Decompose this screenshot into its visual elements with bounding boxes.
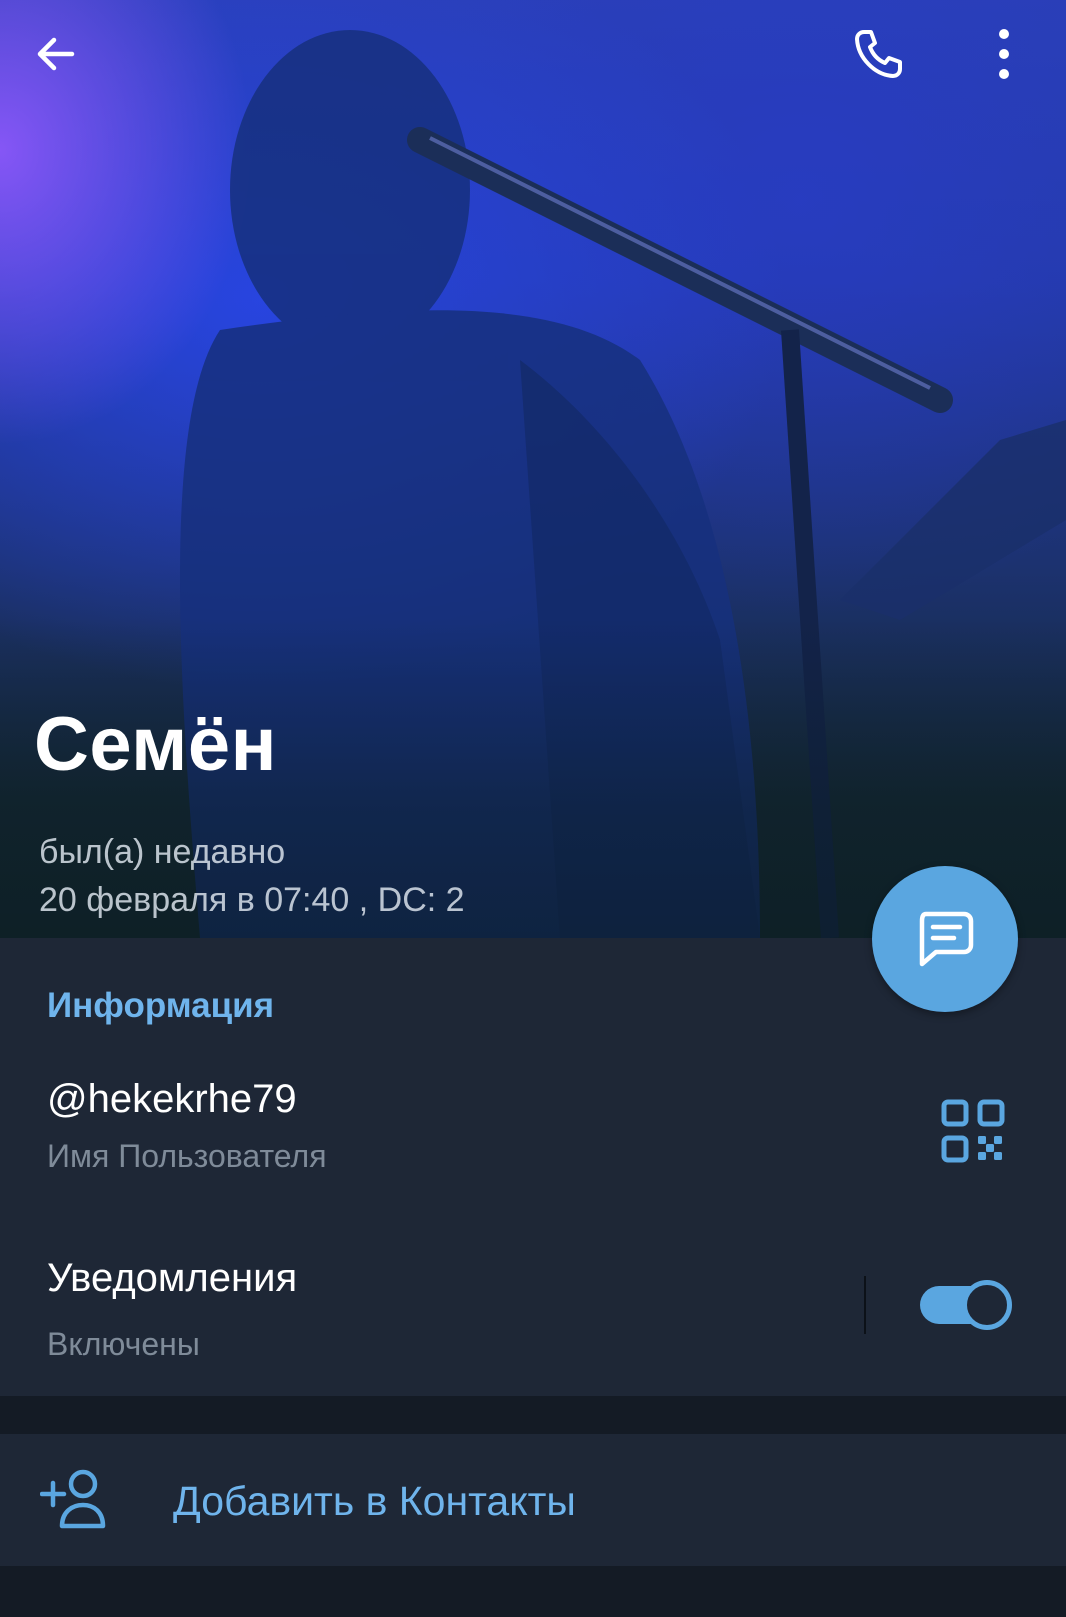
section-title-info: Информация — [47, 986, 275, 1025]
profile-photo-header[interactable]: Семён был(а) недавно 20 февраля в 07:40 … — [0, 0, 1066, 938]
message-icon — [919, 911, 974, 967]
profile-name: Семён — [34, 702, 278, 787]
arrow-left-icon — [37, 37, 75, 71]
username-caption: Имя Пользователя — [47, 1138, 327, 1174]
notifications-status: Включены — [47, 1326, 200, 1362]
qr-code-button[interactable] — [940, 1098, 1006, 1164]
add-contact-label: Добавить в Контакты — [173, 1478, 576, 1524]
notifications-label[interactable]: Уведомления — [47, 1252, 297, 1304]
phone-icon — [855, 30, 902, 78]
username-value[interactable]: @hekekrhe79 — [47, 1073, 297, 1125]
qr-code-icon — [941, 1099, 1005, 1163]
send-message-button[interactable] — [872, 866, 1018, 1012]
notifications-toggle[interactable] — [920, 1280, 1012, 1330]
back-button[interactable] — [24, 22, 88, 86]
add-user-icon — [40, 1469, 106, 1529]
call-button[interactable] — [846, 22, 910, 86]
section-gap — [0, 1396, 1066, 1434]
vertical-divider — [864, 1276, 866, 1334]
add-contact-row[interactable]: Добавить в Контакты — [0, 1434, 1066, 1566]
toggle-knob — [962, 1280, 1012, 1330]
bottom-background — [0, 1566, 1066, 1617]
last-seen-status: был(а) недавно — [39, 833, 286, 871]
more-vertical-icon — [999, 29, 1009, 79]
profile-details: 20 февраля в 07:40 , DC: 2 — [39, 881, 465, 919]
more-options-button[interactable] — [972, 22, 1036, 86]
